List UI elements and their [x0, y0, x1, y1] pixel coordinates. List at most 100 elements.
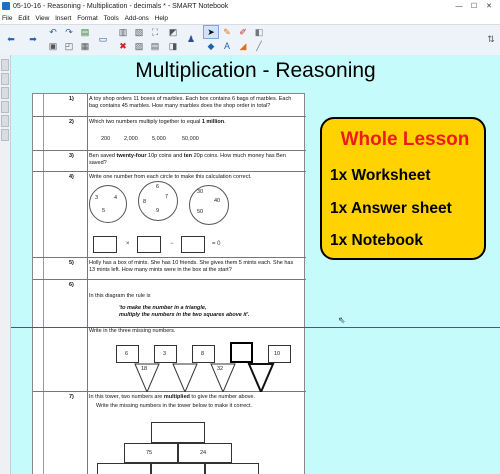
document-camera-icon[interactable]: ◰: [62, 40, 76, 52]
tower-block: [97, 463, 151, 474]
question-text: A toy shop orders 11 boxes of marbles. E…: [89, 96, 292, 109]
menu-insert[interactable]: Insert: [55, 15, 71, 22]
menu-tools[interactable]: Tools: [104, 15, 119, 22]
smart-notebook-icon: [2, 2, 10, 10]
shapes-icon[interactable]: ◆: [204, 40, 218, 52]
instruction-text: Write the missing numbers in the tower b…: [96, 403, 253, 409]
screen-shade-icon[interactable]: ▧: [132, 26, 146, 38]
minimize-button[interactable]: —: [452, 0, 466, 13]
redo-icon[interactable]: ↷: [62, 26, 76, 38]
triangle: [172, 363, 198, 392]
question-7: 7) In this tower, two numbers are multip…: [33, 392, 306, 474]
text-bold: ten: [183, 153, 193, 159]
question-text: Write one number from each circle to mak…: [89, 174, 252, 180]
fill-icon[interactable]: ◢: [236, 40, 250, 52]
line-icon[interactable]: ╱: [252, 40, 266, 52]
screen-capture-icon[interactable]: ▣: [46, 40, 60, 52]
attachments-tab[interactable]: [1, 87, 9, 99]
properties-tab[interactable]: [1, 101, 9, 113]
delete-icon[interactable]: ✖: [116, 40, 130, 52]
lab-tab[interactable]: [1, 129, 9, 141]
pen-icon[interactable]: ✎: [220, 26, 234, 38]
page-sorter-tab[interactable]: [1, 59, 9, 71]
paste-icon[interactable]: ▥: [116, 26, 130, 38]
addons-tab[interactable]: [1, 115, 9, 127]
text-part: 10p coins and: [146, 153, 184, 159]
circle-number: 6: [156, 184, 160, 190]
option-value: 2,000: [124, 136, 138, 142]
text-bold: twenty-four: [116, 153, 147, 159]
question-number: 4): [69, 174, 74, 180]
circle-number: 30: [197, 189, 204, 195]
tower-block: [151, 463, 205, 474]
previous-page-icon[interactable]: ⬅: [4, 33, 18, 45]
page-title: Multiplication - Reasoning: [135, 59, 376, 82]
window-title: 05-10-16 - Reasoning - Multiplication - …: [13, 3, 229, 10]
option-value: 200: [101, 136, 111, 142]
answer-box: [93, 236, 117, 253]
question-number: 1): [69, 96, 74, 102]
add-page-icon[interactable]: ▤: [78, 26, 92, 38]
next-page-icon[interactable]: ➡: [26, 33, 40, 45]
lesson-item: 1x Worksheet: [330, 167, 431, 184]
whole-lesson-box[interactable]: Whole Lesson 1x Worksheet 1x Answer shee…: [320, 117, 486, 260]
question-text: Ben saved twenty-four 10p coins and ten …: [89, 153, 299, 167]
option-value: 5,000: [152, 136, 166, 142]
circle-number: 5: [102, 208, 106, 214]
side-tab-panel: [0, 55, 11, 474]
worksheet-image[interactable]: 1) A toy shop orders 11 boxes of marbles…: [32, 93, 306, 474]
response-icon[interactable]: ♟: [184, 33, 198, 45]
menu-format[interactable]: Format: [77, 15, 98, 22]
text-icon[interactable]: A: [220, 40, 234, 52]
menu-addons[interactable]: Add-ons: [125, 15, 149, 22]
eraser-icon[interactable]: ◧: [252, 26, 266, 38]
text-part: .: [224, 119, 226, 125]
tower-block-top: [151, 422, 205, 443]
close-button[interactable]: ✕: [482, 0, 496, 13]
option-value: 50,000: [182, 136, 199, 142]
title-bar: 05-10-16 - Reasoning - Multiplication - …: [0, 0, 500, 13]
question-number: 7): [69, 394, 74, 400]
notebook-canvas[interactable]: Multiplication - Reasoning 1) A toy shop…: [11, 55, 500, 474]
capture-icon[interactable]: ◩: [166, 26, 180, 38]
triangle-number: 32: [217, 366, 224, 372]
menu-help[interactable]: Help: [155, 15, 168, 22]
creative-pen-icon[interactable]: ✐: [236, 26, 250, 38]
text-part: Which two numbers multiply together to e…: [89, 119, 202, 125]
menu-view[interactable]: View: [35, 15, 49, 22]
minus-sign: −: [170, 241, 174, 247]
text-part: Ben saved: [89, 153, 117, 159]
page-sorter-icon[interactable]: ▤: [148, 40, 162, 52]
question-text: Which two numbers multiply together to e…: [89, 119, 299, 126]
display-icon[interactable]: ▭: [96, 33, 110, 45]
full-screen-icon[interactable]: ⛶: [148, 26, 162, 38]
tower-number: 75: [146, 450, 153, 456]
gallery-tab[interactable]: [1, 73, 9, 85]
equals-zero: = 0: [212, 241, 221, 247]
maximize-button[interactable]: ☐: [467, 0, 481, 13]
question-4: 4) Write one number from each circle to …: [33, 172, 306, 258]
lesson-item: 1x Answer sheet: [330, 200, 452, 217]
circle-number: 50: [197, 209, 204, 215]
circle-number: 3: [95, 195, 99, 201]
menu-file[interactable]: File: [2, 15, 12, 22]
toolbar-expand-icon[interactable]: ⇅: [484, 33, 498, 45]
question-1: 1) A toy shop orders 11 boxes of marbles…: [33, 94, 306, 117]
triangle-number: 18: [141, 366, 148, 372]
times-sign: ×: [126, 241, 130, 247]
circle-number: 4: [114, 195, 118, 201]
undo-icon[interactable]: ↶: [46, 26, 60, 38]
triangle: [247, 363, 275, 392]
text-part: In this tower, two numbers are: [89, 394, 164, 400]
select-arrow-icon[interactable]: ➤: [203, 25, 219, 39]
question-text: Holly has a box of mints. She has 10 fri…: [89, 260, 294, 273]
table-icon[interactable]: ▦: [78, 40, 92, 52]
lesson-item: 1x Notebook: [330, 232, 424, 249]
question-number: 3): [69, 153, 74, 159]
menu-edit[interactable]: Edit: [18, 15, 29, 22]
insert-image-icon[interactable]: ▨: [132, 40, 146, 52]
question-2: 2) Which two numbers multiply together t…: [33, 117, 306, 151]
tower-number: 24: [200, 450, 207, 456]
properties-icon[interactable]: ◨: [166, 40, 180, 52]
tower-block: [205, 463, 259, 474]
